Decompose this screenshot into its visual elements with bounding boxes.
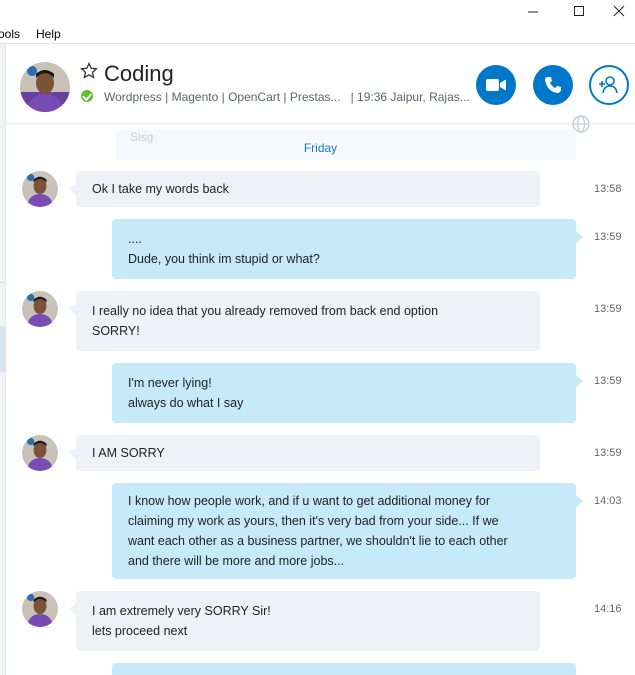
sender-avatar[interactable] — [22, 591, 58, 627]
incoming-message[interactable]: I am extremely very SORRY Sir! lets proce… — [69, 591, 540, 651]
chat-header: Coding Wordpress | Magento | OpenCart | … — [6, 44, 635, 124]
message-timestamp: 13:59 — [594, 231, 622, 243]
contact-avatar[interactable] — [20, 62, 70, 112]
minimize-button[interactable] — [510, 0, 556, 22]
maximize-icon — [574, 6, 584, 16]
sidebar-selected-item[interactable] — [0, 326, 5, 372]
message-text-line: I'm never lying! — [128, 376, 212, 390]
message-text-line: I AM SORRY — [92, 446, 165, 460]
menu-tools[interactable]: ools — [0, 27, 20, 41]
incoming-message[interactable]: I really no idea that you already remove… — [69, 291, 540, 351]
sender-avatar[interactable] — [22, 171, 58, 207]
sidebar-divider — [0, 282, 5, 283]
message-timestamp: 13:59 — [594, 375, 622, 387]
window-titlebar — [0, 0, 635, 22]
add-person-icon — [599, 76, 618, 94]
message-text-line: always do what I say — [128, 396, 244, 410]
message-text-line: .... — [128, 232, 142, 246]
message-text-line: I really no idea that you already remove… — [92, 304, 439, 318]
message-timestamp: 13:58 — [594, 183, 622, 195]
outgoing-message-partial[interactable] — [112, 663, 576, 675]
message-timestamp: 14:16 — [594, 603, 622, 615]
incoming-message[interactable]: I AM SORRY — [69, 435, 540, 471]
outgoing-message[interactable]: I know how people work, and if u want to… — [112, 483, 583, 579]
location-text: | 19:36 Jaipur, Rajas... — [350, 90, 470, 104]
video-camera-icon — [486, 79, 506, 91]
incoming-message[interactable]: Ok I take my words back — [69, 171, 540, 207]
phone-icon — [545, 77, 561, 93]
message-timestamp: 13:59 — [594, 303, 622, 315]
presence-online-icon — [81, 90, 93, 102]
maximize-button[interactable] — [556, 0, 602, 22]
conversation-pane[interactable]: Sisg Friday Ok I take my words back 13:58… — [6, 124, 635, 675]
favorite-star-icon[interactable] — [80, 61, 98, 80]
minimize-icon — [528, 11, 538, 13]
message-text-line: and there will be more and more jobs... — [128, 554, 345, 568]
menu-help[interactable]: Help — [36, 27, 61, 41]
day-separator: Friday — [303, 141, 338, 155]
close-button[interactable] — [602, 0, 635, 22]
message-text-line: Ok I take my words back — [92, 182, 229, 196]
message-text-line: claiming my work as yours, then it's ver… — [128, 514, 499, 528]
message-text-line: SORRY! — [92, 324, 140, 338]
outgoing-message[interactable]: I'm never lying! always do what I say — [112, 363, 583, 423]
message-text-line: I know how people work, and if u want to… — [128, 494, 491, 508]
sender-avatar[interactable] — [22, 291, 58, 327]
outgoing-message[interactable]: .... Dude, you think im stupid or what? — [112, 219, 583, 279]
message-text-line: I am extremely very SORRY Sir! — [92, 604, 271, 618]
video-call-button[interactable] — [476, 65, 516, 105]
message-timestamp: 13:59 — [594, 447, 622, 459]
audio-call-button[interactable] — [533, 65, 573, 105]
message-text-line: Dude, you think im stupid or what? — [128, 252, 320, 266]
contact-name: Coding — [104, 61, 174, 86]
contact-mood-message: Wordpress | Magento | OpenCart | Prestas… — [104, 90, 470, 104]
sender-avatar[interactable] — [22, 435, 58, 471]
message-text-line: lets proceed next — [92, 624, 188, 638]
add-participant-button[interactable] — [589, 65, 629, 105]
close-icon — [613, 5, 624, 17]
mood-text: Wordpress | Magento | OpenCart | Prestas… — [104, 90, 341, 104]
message-timestamp: 14:03 — [594, 495, 622, 507]
message-text-line: want each other as a business partner, w… — [128, 534, 508, 548]
